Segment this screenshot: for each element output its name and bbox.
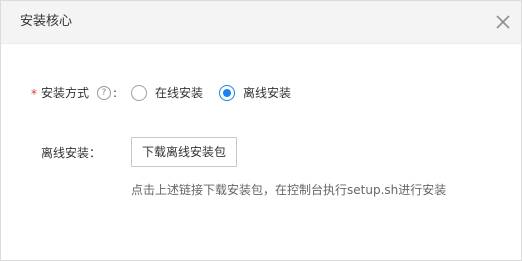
install-method-label: 安装方式	[41, 86, 90, 100]
radio-offline-label: 离线安装	[243, 86, 292, 100]
required-mark: *	[31, 87, 37, 101]
download-offline-package-button[interactable]: 下载离线安装包	[131, 137, 237, 167]
radio-online-circle[interactable]	[131, 85, 147, 101]
install-hint-text: 点击上述链接下载安装包，在控制台执行setup.sh进行安装	[131, 183, 447, 197]
dialog-header: 安装核心	[1, 1, 521, 44]
install-method-colon: :	[113, 86, 118, 100]
dialog-title: 安装核心	[20, 14, 73, 29]
question-circle-icon[interactable]: ?	[97, 86, 111, 100]
radio-online-label: 在线安装	[155, 86, 204, 100]
install-core-dialog: 安装核心 * 安装方式 ? : 在线安装 离线安装 离线安装： 下载离线安装包 …	[0, 0, 522, 261]
offline-install-label: 离线安装：	[41, 146, 102, 160]
radio-offline-circle[interactable]	[219, 85, 235, 101]
close-icon[interactable]	[493, 12, 513, 32]
